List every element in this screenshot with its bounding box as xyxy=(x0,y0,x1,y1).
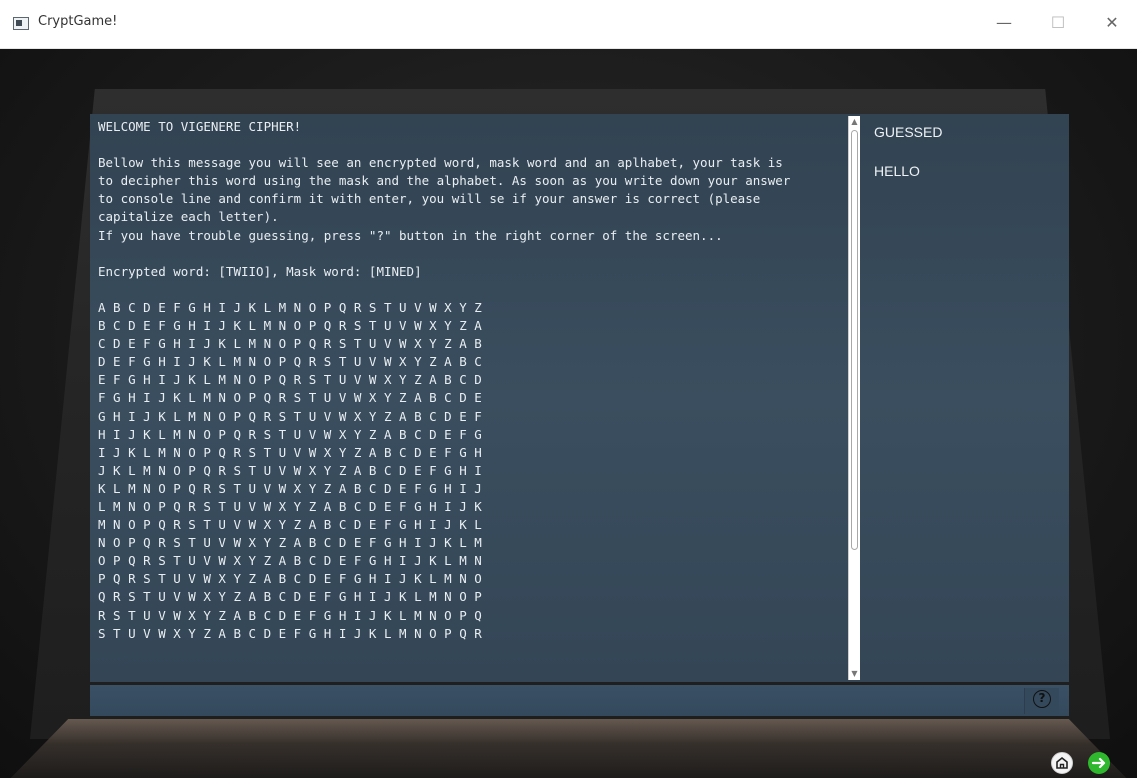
window-title: CryptGame! xyxy=(38,14,118,29)
console-input-bar: ? xyxy=(90,685,1069,716)
monitor-screen: WELCOME TO VIGENERE CIPHER! Bellow this … xyxy=(90,114,1069,682)
guessed-panel: GUESSED HELLO xyxy=(863,114,1069,682)
next-button[interactable] xyxy=(1088,752,1110,774)
game-scene: WELCOME TO VIGENERE CIPHER! Bellow this … xyxy=(0,49,1137,778)
guessed-heading: GUESSED xyxy=(874,124,943,140)
arrow-right-icon xyxy=(1091,757,1106,769)
minimize-button[interactable]: — xyxy=(990,10,1018,36)
guessed-word: HELLO xyxy=(874,163,920,179)
console-output: WELCOME TO VIGENERE CIPHER! Bellow this … xyxy=(90,114,850,682)
scroll-down-icon[interactable]: ▼ xyxy=(849,668,860,680)
close-button[interactable]: ✕ xyxy=(1098,10,1126,36)
console-text: WELCOME TO VIGENERE CIPHER! Bellow this … xyxy=(98,119,791,641)
console-input[interactable] xyxy=(90,685,1020,716)
question-icon: ? xyxy=(1033,690,1051,708)
home-icon xyxy=(1056,756,1068,769)
monitor-bezel-bottom xyxy=(0,719,1137,778)
home-button[interactable] xyxy=(1051,752,1073,774)
console-scrollbar[interactable]: ▲ ▼ xyxy=(848,116,860,680)
scroll-thumb[interactable] xyxy=(851,130,858,550)
scroll-up-icon[interactable]: ▲ xyxy=(849,116,860,128)
help-button[interactable]: ? xyxy=(1024,688,1059,714)
app-icon xyxy=(13,17,29,30)
maximize-button[interactable]: ☐ xyxy=(1044,10,1072,36)
title-bar: CryptGame! — ☐ ✕ xyxy=(0,0,1137,49)
